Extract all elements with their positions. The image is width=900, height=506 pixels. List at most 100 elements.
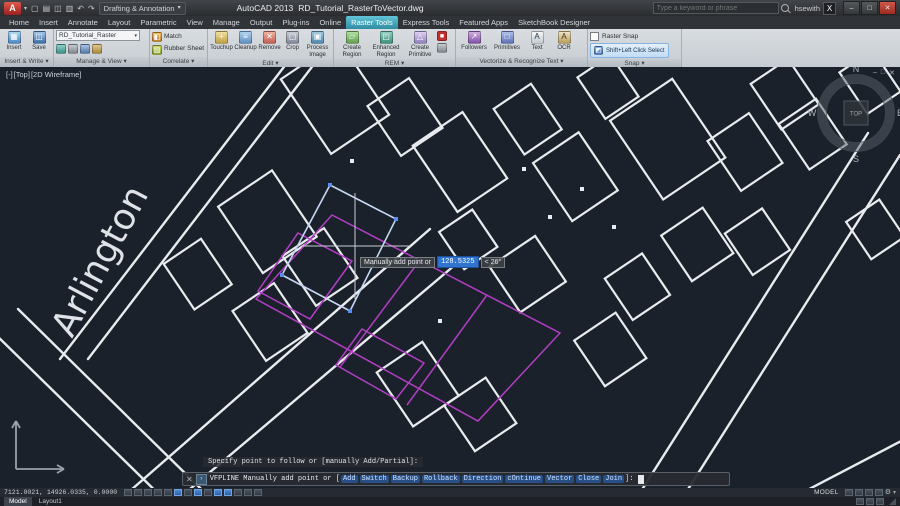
keyword-join[interactable]: Join	[603, 475, 624, 483]
workspace-switcher[interactable]: Drafting & Annotation ▾	[99, 2, 186, 15]
model-space-badge[interactable]: MODEL	[814, 489, 839, 496]
viewport-view-control[interactable]: [Top]	[14, 70, 30, 79]
primitives-button[interactable]: □ Primitives	[491, 30, 523, 52]
panel-title-insert-write[interactable]: Insert & Write ▾	[0, 57, 53, 67]
compass-south[interactable]: S	[853, 154, 859, 164]
doc-close-icon[interactable]: ✕	[889, 69, 895, 77]
keyword-backup[interactable]: Backup	[391, 475, 420, 483]
search-icon[interactable]	[781, 4, 789, 12]
tab-home[interactable]: Home	[4, 16, 34, 29]
app-menu-arrow-icon[interactable]: ▾	[24, 5, 27, 12]
raster-snap-checkbox[interactable]	[590, 32, 599, 41]
quickview-layouts-icon[interactable]	[845, 489, 853, 496]
tab-featured-apps[interactable]: Featured Apps	[454, 16, 513, 29]
ocr-button[interactable]: A OCR	[551, 30, 577, 52]
otrack-toggle[interactable]	[194, 489, 202, 496]
keyword-direction[interactable]: Direction	[462, 475, 504, 483]
tab-output[interactable]: Output	[245, 16, 278, 29]
tab-insert[interactable]: Insert	[34, 16, 63, 29]
view-compass[interactable]: TOP N E S W	[808, 67, 900, 164]
zoom-image-icon[interactable]	[80, 44, 90, 54]
map-canvas[interactable]: Arlington	[0, 67, 900, 488]
tab-layout[interactable]: Layout	[103, 16, 136, 29]
minimize-button[interactable]: ‒	[843, 1, 860, 15]
tab-online[interactable]: Online	[314, 16, 346, 29]
polar-toggle[interactable]	[164, 489, 172, 496]
panel-title-manage-view[interactable]: Manage & View ▾	[54, 57, 149, 67]
match-button[interactable]: ◧ Match	[152, 30, 182, 43]
hide-image-icon[interactable]	[68, 44, 78, 54]
transparency-toggle[interactable]	[234, 489, 242, 496]
process-image-button[interactable]: ▣ Process Image	[304, 30, 331, 58]
close-button[interactable]: ✕	[879, 1, 896, 15]
doc-restore-icon[interactable]: □	[881, 69, 885, 77]
isolate-objects-icon[interactable]	[856, 498, 864, 505]
osnap-toggle[interactable]	[174, 489, 182, 496]
plot-icon[interactable]: ▥	[65, 4, 75, 13]
tab-annotate[interactable]: Annotate	[63, 16, 103, 29]
ortho-toggle[interactable]	[154, 489, 162, 496]
open-icon[interactable]: ▤	[42, 4, 52, 13]
text-button[interactable]: A Text	[524, 30, 550, 52]
keyword-rollback[interactable]: Rollback	[422, 475, 460, 483]
tab-model[interactable]: Model	[4, 497, 32, 506]
compass-west[interactable]: W	[808, 108, 817, 118]
rem-color-icon[interactable]: ■	[437, 31, 447, 41]
insert-button[interactable]: ▦ Insert	[2, 30, 26, 52]
keyword-vector[interactable]: Vector	[545, 475, 574, 483]
quickview-drawings-icon[interactable]	[855, 489, 863, 496]
panel-title-snap[interactable]: Snap ▾	[588, 59, 681, 67]
clean-screen-icon[interactable]	[876, 498, 884, 505]
cleanup-button[interactable]: ≡ Cleanup	[234, 30, 257, 52]
osnap3d-toggle[interactable]	[184, 489, 192, 496]
redo-icon[interactable]: ↷	[87, 4, 96, 13]
keyword-continue[interactable]: cOntinue	[505, 475, 543, 483]
trace-grips[interactable]	[280, 183, 398, 313]
snap-toggle[interactable]	[134, 489, 142, 496]
enhanced-region-button[interactable]: ◰ Enhanced Region	[369, 30, 403, 58]
ducs-toggle[interactable]	[204, 489, 212, 496]
dynamic-input-toggle[interactable]	[214, 489, 222, 496]
tab-view[interactable]: View	[182, 16, 208, 29]
rem-settings-icon[interactable]	[437, 43, 447, 53]
tab-parametric[interactable]: Parametric	[135, 16, 181, 29]
new-icon[interactable]: ▢	[30, 4, 40, 13]
active-trace-polyline[interactable]	[280, 183, 398, 313]
raster-snap-checkbox-row[interactable]: Raster Snap	[590, 30, 638, 42]
dynamic-input-value[interactable]: 128.5325	[437, 256, 479, 268]
search-input[interactable]	[653, 2, 779, 14]
image-frame-icon[interactable]	[92, 44, 102, 54]
app-logo[interactable]: A	[4, 2, 21, 15]
followers-button[interactable]: ↗ Followers	[458, 30, 490, 52]
annotation-scale-icon[interactable]	[865, 489, 873, 496]
tab-express-tools[interactable]: Express Tools	[398, 16, 455, 29]
touchup-button[interactable]: + Touchup	[210, 30, 233, 52]
maximize-button[interactable]: □	[861, 1, 878, 15]
panel-title-vectorize[interactable]: Vectorize & Recognize Text ▾	[456, 57, 587, 67]
keyword-close[interactable]: Close	[576, 475, 601, 483]
panel-title-rem[interactable]: REM ▾	[334, 59, 455, 67]
tab-sketchbook-designer[interactable]: SketchBook Designer	[513, 16, 595, 29]
tab-plugins[interactable]: Plug-ins	[277, 16, 314, 29]
selection-cycling-toggle[interactable]	[254, 489, 262, 496]
panel-title-edit[interactable]: Edit ▾	[208, 59, 333, 67]
tab-layout1[interactable]: Layout1	[34, 497, 67, 506]
hardware-accel-icon[interactable]	[866, 498, 874, 505]
compass-north[interactable]: N	[853, 67, 860, 74]
crop-button[interactable]: ▢ Crop	[282, 30, 303, 52]
grid-toggle[interactable]	[144, 489, 152, 496]
rubber-sheet-button[interactable]: ▨ Rubber Sheet	[152, 43, 204, 56]
image-select-dropdown[interactable]: RD_Tutorial_Raster ▾	[56, 30, 140, 41]
annotation-visibility-icon[interactable]	[875, 489, 883, 496]
save-icon[interactable]: ◫	[53, 4, 63, 13]
undo-icon[interactable]: ↶	[76, 4, 85, 13]
create-region-button[interactable]: ▱ Create Region	[336, 30, 368, 58]
keyword-switch[interactable]: Switch	[360, 475, 389, 483]
command-line-dock[interactable]: ✕ › VFPLINE Manually add point or [ Add …	[182, 472, 730, 486]
tab-manage[interactable]: Manage	[208, 16, 245, 29]
workspace-gear-icon[interactable]: ⚙	[885, 489, 891, 496]
viewport-menu-control[interactable]: [-]	[6, 70, 13, 79]
drawing-viewport[interactable]: [-] [Top] [2D Wireframe] ‒ □ ✕	[0, 67, 900, 488]
resize-grip[interactable]	[889, 498, 896, 505]
compass-top-face[interactable]: TOP	[850, 112, 862, 118]
